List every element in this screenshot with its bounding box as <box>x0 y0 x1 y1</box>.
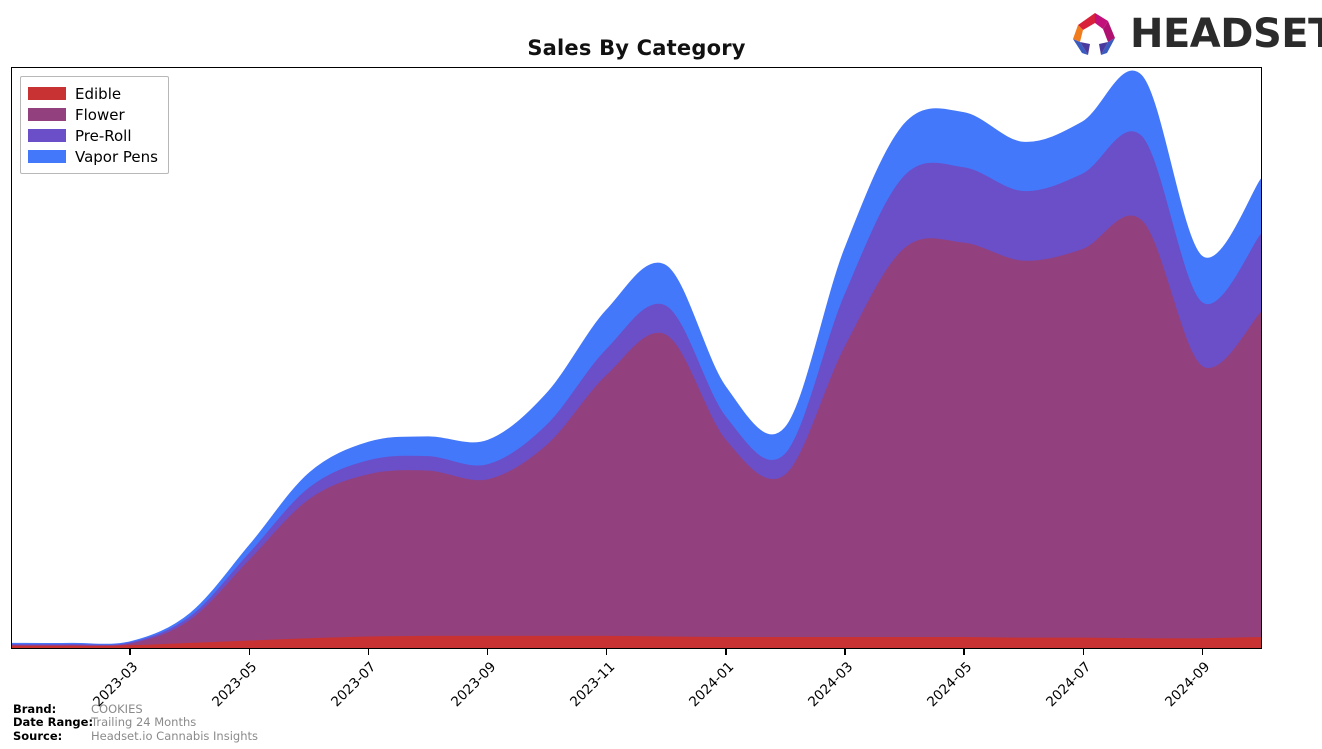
footer-row-date-range: Date Range: Trailing 24 Months <box>13 715 258 730</box>
x-tick-mark <box>1201 649 1204 655</box>
x-tick-mark <box>1082 649 1084 655</box>
x-tick-mark <box>129 649 131 655</box>
footer-key-source: Source: <box>13 728 63 743</box>
x-tick-mark <box>486 649 489 655</box>
x-tick-mark <box>844 649 846 655</box>
legend-label-pre-roll: Pre-Roll <box>75 126 132 145</box>
legend-label-vapor-pens: Vapor Pens <box>75 147 158 166</box>
x-tick-label: 2024-01 <box>685 659 738 711</box>
legend-swatch-edible <box>28 87 66 100</box>
chart-legend: Edible Flower Pre-Roll Vapor Pens <box>20 76 169 174</box>
x-tick-label: 2023-07 <box>328 659 380 711</box>
footer-value-source: Headset.io Cannabis Insights <box>91 728 258 743</box>
legend-item-pre-roll[interactable]: Pre-Roll <box>28 125 158 146</box>
x-tick-label: 2024-07 <box>1043 659 1095 711</box>
chart-footer: Brand: COOKIES Date Range: Trailing 24 M… <box>13 701 258 744</box>
x-tick-mark <box>963 649 965 655</box>
legend-label-edible: Edible <box>75 84 122 103</box>
legend-label-flower: Flower <box>75 105 125 124</box>
legend-swatch-vapor-pens <box>28 150 66 163</box>
footer-row-source: Source: Headset.io Cannabis Insights <box>13 728 258 744</box>
headset-logo: HEADSET <box>1070 8 1322 60</box>
footer-key-brand: Brand: <box>13 701 57 716</box>
x-tick-label: 2024-09 <box>1162 659 1214 711</box>
footer-row-brand: Brand: COOKIES <box>13 701 258 717</box>
legend-item-edible[interactable]: Edible <box>28 83 158 104</box>
footer-value-date-range: Trailing 24 Months <box>91 715 197 729</box>
legend-swatch-pre-roll <box>28 129 66 142</box>
x-tick-label: 2024-03 <box>805 659 857 711</box>
x-tick-mark <box>725 649 727 655</box>
x-tick-label: 2023-09 <box>447 659 499 711</box>
stacked-area-chart <box>12 70 1261 648</box>
legend-item-flower[interactable]: Flower <box>28 104 158 125</box>
footer-key-date-range: Date Range: <box>13 715 94 729</box>
legend-swatch-flower <box>28 108 66 121</box>
x-tick-mark <box>367 649 370 655</box>
headset-logo-mark <box>1070 11 1120 57</box>
footer-value-brand: COOKIES <box>91 701 143 716</box>
x-tick-mark <box>606 649 608 655</box>
x-tick-label: 2023-11 <box>566 659 619 711</box>
x-tick-label: 2024-05 <box>924 659 976 711</box>
headset-wordmark: HEADSET <box>1130 11 1322 57</box>
chart-plot-area: Edible Flower Pre-Roll Vapor Pens <box>11 67 1262 649</box>
legend-item-vapor-pens[interactable]: Vapor Pens <box>28 146 158 167</box>
x-tick-mark <box>248 649 250 655</box>
